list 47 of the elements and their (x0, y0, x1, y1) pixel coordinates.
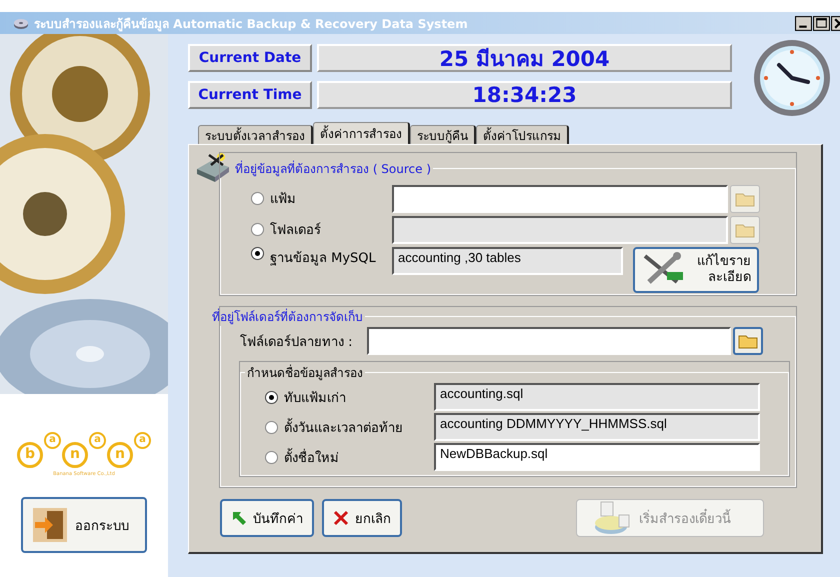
group-title: ที่อยู่โฟล์เดอร์ที่ต้องการจัดเก็บ (212, 308, 363, 326)
window-title: ระบบสำรองและกู้คืนข้อมูล Automatic Backup & Recovery Data System (34, 16, 469, 32)
input-field[interactable] (392, 184, 728, 212)
group-title: กำหนดชื่อข้อมูลสำรอง (247, 366, 363, 380)
close-icon (333, 510, 349, 526)
input-field[interactable]: accounting DDMMYYYY_HHMMSS.sql (434, 413, 760, 441)
tab[interactable]: ระบบกู้คืน (410, 125, 476, 144)
radio-button[interactable] (251, 247, 264, 260)
option-label: ตั้งชื่อใหม่ (278, 446, 434, 468)
arrow-icon (231, 510, 247, 526)
field-label: โฟล์เดอร์ปลายทาง : (240, 333, 354, 352)
radio-button[interactable] (265, 420, 278, 434)
input-field[interactable]: accounting.sql (434, 383, 760, 411)
drive-tools-icon (195, 153, 231, 183)
minimize-icon[interactable] (795, 16, 812, 30)
input-field[interactable]: NewDBBackup.sql (434, 443, 760, 471)
radio-button[interactable] (265, 390, 278, 404)
group-title: ที่อยู่ข้อมูลที่ต้องการสำรอง ( Source ) (235, 160, 432, 178)
option-label: ตั้งวันและเวลาต่อท้าย (278, 416, 434, 438)
exit-door-icon (33, 508, 67, 542)
browse-button[interactable] (733, 327, 763, 355)
save-button[interactable]: บันทึกค่า (220, 499, 314, 537)
option-label: โฟลเดอร์ (269, 221, 322, 240)
radio-button[interactable] (265, 450, 278, 464)
radio-button[interactable] (251, 192, 264, 205)
tab[interactable]: ตั้งค่าการสำรอง (313, 122, 410, 144)
clock-icon (752, 38, 832, 118)
folder-icon (735, 222, 755, 238)
folder-icon (735, 190, 755, 206)
tab[interactable]: ตั้งค่าโปรแกรม (476, 125, 569, 144)
header-label: Current Date (188, 44, 312, 72)
tab[interactable]: ระบบตั้งเวลาสำรอง (198, 125, 313, 144)
edit-details-button[interactable]: แก้ไขราย ละเอียด (633, 247, 759, 293)
input-field[interactable] (392, 216, 728, 244)
option-label: แฟ้ม (269, 191, 297, 209)
maximize-icon[interactable] (813, 16, 830, 30)
folder-icon (738, 333, 758, 349)
option-label: ทับแฟ้มเก่า (283, 390, 347, 408)
exit-button[interactable]: ออกระบบ (21, 497, 147, 553)
header-value: 18:34:23 (317, 81, 732, 109)
header-value: 25 มีนาคม 2004 (317, 44, 732, 72)
input-field[interactable]: accounting ,30 tables (392, 247, 623, 275)
option-label: ฐานข้อมูล MySQL (269, 250, 377, 268)
header-label: Current Time (188, 81, 312, 109)
cancel-button[interactable]: ยกเลิก (322, 499, 402, 537)
radio-button[interactable] (251, 223, 264, 236)
input-field[interactable] (367, 327, 731, 355)
